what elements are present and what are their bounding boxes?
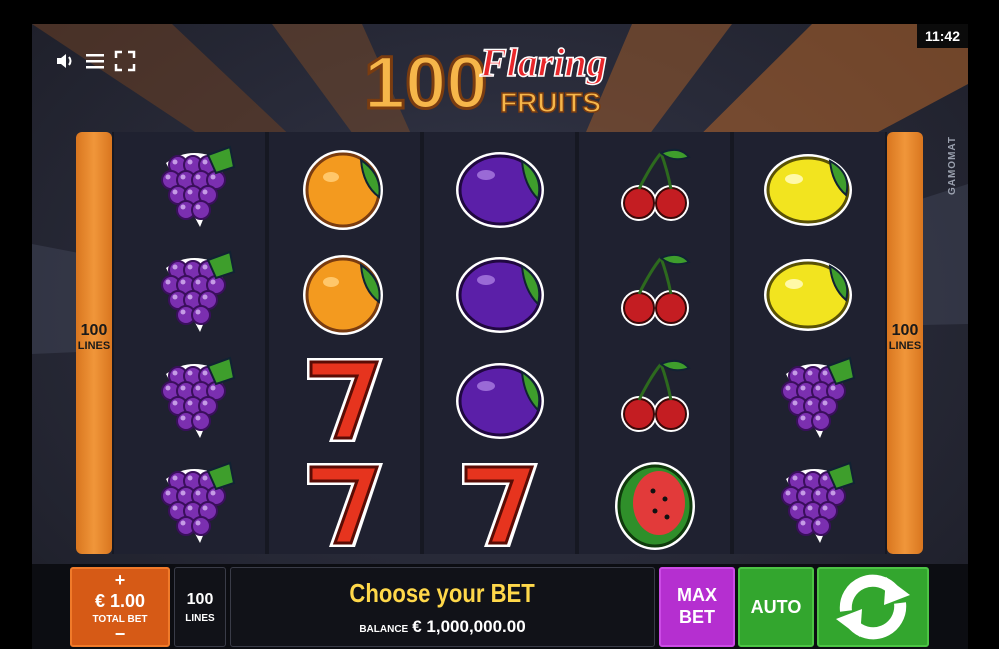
max-bet-line2: BET xyxy=(679,607,715,627)
spin-icon xyxy=(836,574,910,640)
sound-icon[interactable] xyxy=(54,50,76,72)
grapes-symbol-icon xyxy=(160,356,235,438)
reel-grid xyxy=(112,132,887,554)
logo-word-fruits: FRUITS xyxy=(500,87,601,118)
spin-button[interactable] xyxy=(817,567,929,647)
cherries-symbol-icon xyxy=(620,359,691,432)
lines-tag-left: 100 LINES xyxy=(74,322,114,352)
grapes-symbol-icon xyxy=(780,461,855,544)
logo-word-flaring: Flaring xyxy=(479,40,607,85)
message-panel: Choose your BET BALANCE € 1,000,000.00 xyxy=(230,567,655,647)
plum-symbol-icon xyxy=(455,362,544,439)
lines-tag-right: 100 LINES xyxy=(885,322,925,352)
fullscreen-icon[interactable] xyxy=(114,50,136,72)
watermelon-symbol-icon xyxy=(614,462,695,551)
max-bet-line1: MAX xyxy=(677,585,717,606)
cherries-symbol-icon xyxy=(620,254,691,327)
reel-1 xyxy=(114,132,265,554)
brand-label: GAMOMAT xyxy=(947,136,958,196)
bet-decrease-button[interactable]: − xyxy=(115,625,126,643)
plum-symbol-icon xyxy=(455,257,544,334)
lines-count: 100 xyxy=(891,322,919,339)
autoplay-label: AUTO xyxy=(750,596,802,617)
grapes-symbol-icon xyxy=(780,356,855,438)
lines-count: 100 xyxy=(80,322,108,339)
game-logo: 100 Flaring FRUITS xyxy=(363,39,608,124)
balance-label: BALANCE xyxy=(359,623,409,635)
grapes-symbol-icon xyxy=(160,461,235,544)
plum-symbol-icon xyxy=(455,151,544,228)
game-stage: 100 Flaring FRUITS 11:42 GAMOMAT 100 LIN… xyxy=(32,24,968,649)
lines-value: 100 xyxy=(186,590,214,608)
orange-symbol-icon xyxy=(302,255,383,336)
balance-value: € 1,000,000.00 xyxy=(412,616,526,636)
reel-4 xyxy=(579,132,730,554)
max-bet-button[interactable]: MAX BET xyxy=(659,567,735,647)
menu-icon[interactable] xyxy=(84,50,106,72)
clock: 11:42 xyxy=(916,24,968,48)
balance-display: BALANCE € 1,000,000.00 xyxy=(359,617,525,637)
reel-5 xyxy=(734,132,885,554)
grapes-symbol-icon xyxy=(160,250,235,333)
status-message: Choose your BET xyxy=(349,577,536,608)
grapes-symbol-icon xyxy=(160,145,235,227)
lines-word: LINES xyxy=(77,339,111,352)
bet-increase-button[interactable]: + xyxy=(115,571,126,589)
orange-symbol-icon xyxy=(302,149,383,230)
lines-box: 100 LINES xyxy=(174,567,226,647)
lemon-symbol-icon xyxy=(763,259,852,332)
top-toolbar xyxy=(54,50,136,72)
bet-value: € 1.00 xyxy=(94,591,146,611)
seven-symbol-icon xyxy=(461,463,538,548)
total-bet-box[interactable]: + € 1.00 TOTAL BET − xyxy=(70,567,170,647)
seven-symbol-icon xyxy=(306,463,383,548)
seven-symbol-icon xyxy=(306,357,383,442)
lemon-symbol-icon xyxy=(763,153,852,226)
cherries-symbol-icon xyxy=(620,148,691,221)
lines-label: LINES xyxy=(185,612,215,624)
logo-number: 100 xyxy=(364,41,487,124)
reel-3 xyxy=(424,132,575,554)
reel-2 xyxy=(269,132,420,554)
autoplay-button[interactable]: AUTO xyxy=(738,567,814,647)
lines-word: LINES xyxy=(888,339,922,352)
